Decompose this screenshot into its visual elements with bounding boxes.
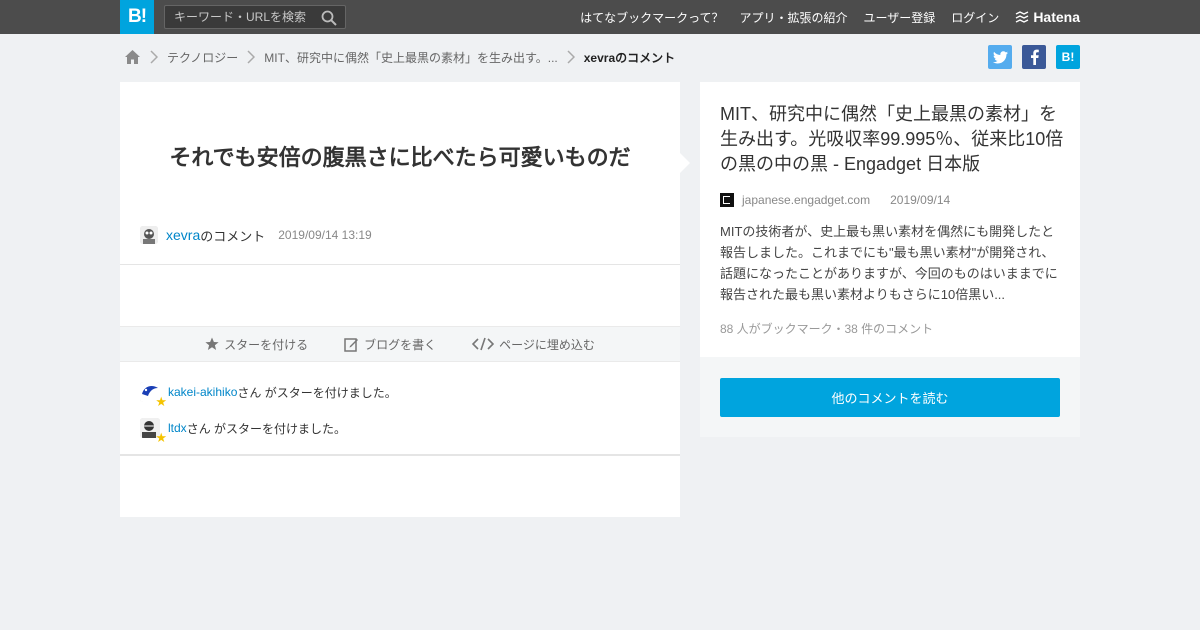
add-star-button[interactable]: スターを付ける bbox=[205, 336, 308, 353]
hatena-brand-text: Hatena bbox=[1033, 9, 1080, 25]
entry-title-link[interactable]: MIT、研究中に偶然「史上最黒の素材」を生み出す。光吸収率99.995％、従来比… bbox=[720, 102, 1065, 177]
nav-about-link[interactable]: はてなブックマークって？ bbox=[580, 9, 723, 26]
divider bbox=[120, 264, 680, 265]
star-user-link[interactable]: ltdx bbox=[168, 421, 187, 435]
twitter-share-button[interactable] bbox=[988, 45, 1012, 69]
hatena-bookmark-share-button[interactable]: B! bbox=[1056, 45, 1080, 69]
star-icon bbox=[205, 337, 219, 350]
chevron-right-icon bbox=[150, 50, 158, 64]
home-icon[interactable] bbox=[124, 49, 141, 65]
star-user-link[interactable]: kakei-akihiko bbox=[168, 385, 237, 399]
entry-card: MIT、研究中に偶然「史上最黒の素材」を生み出す。光吸収率99.995％、従来比… bbox=[700, 82, 1080, 437]
entry-meta: japanese.engadget.com 2019/09/14 bbox=[720, 192, 950, 208]
star-icon: ★ bbox=[155, 430, 167, 445]
site-favicon-icon bbox=[720, 193, 734, 207]
search-box bbox=[164, 5, 346, 29]
top-header-bar: B! はてなブックマークって？ アプリ・拡張の紹介 ユーザー登録 ログイン Ha… bbox=[0, 0, 1200, 34]
search-input[interactable] bbox=[165, 6, 315, 28]
chevron-right-icon bbox=[567, 50, 575, 64]
star-user-avatar[interactable]: ★ bbox=[140, 382, 167, 408]
star-message: さん がスターを付けました。 bbox=[186, 421, 347, 436]
star-list-item: ★ kakei-akihiko さん がスターを付けました。 bbox=[140, 379, 397, 408]
top-nav: はてなブックマークって？ アプリ・拡張の紹介 ユーザー登録 ログイン Haten… bbox=[564, 0, 1080, 34]
read-more-comments-button[interactable]: 他のコメントを読む bbox=[720, 378, 1060, 417]
nav-apps-link[interactable]: アプリ・拡張の紹介 bbox=[740, 9, 848, 26]
add-star-label: スターを付ける bbox=[224, 337, 309, 352]
comment-actions: スターを付ける ブログを書く ページに埋め込む bbox=[120, 326, 680, 362]
entry-bookmark-counts[interactable]: 88 人がブックマーク・38 件のコメント bbox=[720, 320, 933, 337]
comment-timestamp[interactable]: 2019/09/14 13:19 bbox=[278, 228, 371, 242]
entry-info: MIT、研究中に偶然「史上最黒の素材」を生み出す。光吸収率99.995％、従来比… bbox=[700, 82, 1080, 357]
hatena-logo-icon bbox=[1015, 11, 1029, 23]
share-buttons: B! bbox=[978, 45, 1080, 69]
code-icon bbox=[472, 337, 495, 351]
entry-summary: MITの技術者が、史上最も黒い素材を偶然にも開発したと報告しました。これまでにも… bbox=[720, 224, 1058, 302]
entry-domain[interactable]: japanese.engadget.com bbox=[742, 193, 870, 207]
breadcrumb-entry[interactable]: MIT、研究中に偶然「史上最黒の素材」を生み出す。... bbox=[264, 49, 557, 66]
hatena-brand-link[interactable]: Hatena bbox=[1015, 9, 1080, 25]
star-user-avatar[interactable]: ★ bbox=[140, 418, 167, 444]
hatena-bookmark-logo[interactable]: B! bbox=[120, 0, 154, 34]
breadcrumb: テクノロジー MIT、研究中に偶然「史上最黒の素材」を生み出す。... xevr… bbox=[124, 47, 675, 67]
facebook-share-button[interactable] bbox=[1022, 45, 1046, 69]
embed-page-label: ページに埋め込む bbox=[499, 337, 595, 352]
write-blog-label: ブログを書く bbox=[364, 337, 437, 352]
breadcrumb-current: xevraのコメント bbox=[583, 50, 676, 65]
callout-arrow bbox=[680, 153, 690, 173]
comment-user-link[interactable]: xevra bbox=[166, 227, 200, 243]
twitter-icon bbox=[992, 50, 1008, 63]
comment-suffix: のコメント bbox=[200, 228, 266, 244]
entry-date: 2019/09/14 bbox=[890, 193, 951, 207]
comment-text: それでも安倍の腹黒さに比べたら可愛いものだ bbox=[169, 145, 631, 170]
write-blog-button[interactable]: ブログを書く bbox=[344, 336, 436, 353]
nav-login-link[interactable]: ログイン bbox=[951, 9, 999, 26]
search-icon[interactable] bbox=[321, 10, 337, 26]
chevron-right-icon bbox=[247, 50, 256, 64]
embed-page-button[interactable]: ページに埋め込む bbox=[472, 336, 595, 353]
star-icon: ★ bbox=[155, 394, 167, 409]
star-list-item: ★ ltdx さん がスターを付けました。 bbox=[140, 415, 347, 444]
nav-register-link[interactable]: ユーザー登録 bbox=[864, 9, 936, 26]
user-avatar[interactable] bbox=[140, 226, 158, 244]
facebook-icon bbox=[1030, 49, 1039, 65]
breadcrumb-category[interactable]: テクノロジー bbox=[167, 49, 238, 66]
comment-author: xevra のコメント 2019/09/14 13:19 bbox=[140, 225, 372, 245]
comment-card: それでも安倍の腹黒さに比べたら可愛いものだ xevra のコメント 2019/0… bbox=[120, 82, 690, 517]
divider bbox=[120, 454, 680, 456]
star-message: さん がスターを付けました。 bbox=[237, 385, 397, 400]
edit-icon bbox=[344, 337, 359, 352]
